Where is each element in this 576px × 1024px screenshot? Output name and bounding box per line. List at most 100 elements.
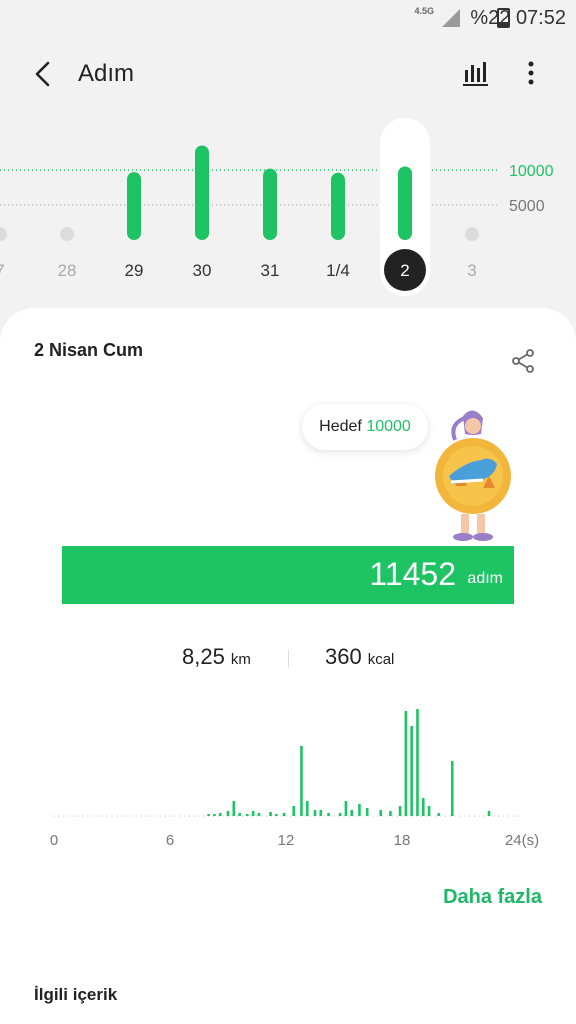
day-label-31[interactable]: 31: [261, 261, 280, 280]
goal-axis-label: 10000: [509, 163, 554, 180]
day-bar-1-4[interactable]: [331, 172, 345, 240]
hour-bar: [427, 806, 431, 816]
baseline-dot: [198, 815, 200, 817]
baseline-dot: [193, 815, 195, 817]
goal-bubble: Hedef 10000: [302, 404, 428, 450]
goal-value: 10000: [366, 418, 411, 435]
day-label-29[interactable]: 29: [125, 261, 144, 280]
hour-bar: [338, 813, 342, 816]
app-header: Adım: [0, 40, 576, 110]
day-label-3[interactable]: 3: [467, 261, 476, 280]
more-options-icon[interactable]: [516, 58, 546, 88]
baseline-dot: [381, 815, 384, 817]
x-tick-label: 12: [278, 832, 295, 849]
calories-value: 360: [325, 644, 362, 669]
x-tick-label: 18: [394, 832, 411, 849]
baseline-dot: [183, 815, 186, 817]
baseline-dot: [125, 815, 128, 817]
baseline-dot: [464, 815, 466, 817]
baseline-dot: [140, 815, 142, 817]
baseline-dot: [386, 815, 389, 817]
baseline-dot: [459, 815, 461, 817]
baseline-dot: [256, 815, 258, 817]
distance-unit: km: [230, 651, 251, 668]
baseline-dot: [333, 815, 336, 817]
empty-day-dot-28[interactable]: [60, 227, 74, 241]
day-bar-31[interactable]: [263, 168, 277, 240]
baseline-dot: [483, 815, 485, 817]
day-label-1-4[interactable]: 1/4: [326, 261, 350, 280]
hour-bar: [350, 810, 354, 816]
calories-unit: kcal: [367, 651, 395, 668]
hour-bar: [269, 812, 272, 816]
hour-bar: [437, 813, 441, 816]
weekly-steps-chart[interactable]: 10000 5000 7 28 29 30 31 1/4 2 3: [0, 118, 576, 298]
day-label-27[interactable]: 7: [0, 261, 5, 280]
hour-bar: [313, 810, 317, 816]
hour-bar: [305, 801, 309, 816]
baseline-dot: [120, 815, 123, 817]
baseline-dot: [217, 815, 220, 817]
hour-bar: [421, 798, 425, 816]
baseline-dot: [507, 815, 510, 817]
steps-count: 11452: [369, 556, 456, 592]
back-arrow-icon[interactable]: [30, 60, 58, 88]
hour-bar: [292, 806, 296, 816]
baseline-dot: [241, 815, 244, 817]
baseline-dot: [348, 815, 350, 817]
hour-bar: [365, 808, 369, 816]
baseline-dot: [101, 815, 104, 817]
baseline-dot: [352, 815, 355, 817]
day-bar-30[interactable]: [195, 145, 209, 241]
day-label-30[interactable]: 30: [193, 261, 212, 280]
baseline-dot: [62, 815, 65, 817]
hour-bar: [226, 811, 230, 816]
share-icon[interactable]: [510, 348, 536, 374]
baseline-dot: [265, 815, 268, 817]
battery-percent: %22: [470, 7, 511, 29]
empty-day-dot-3[interactable]: [465, 227, 479, 241]
day-label-2[interactable]: 2: [400, 261, 409, 280]
runner-sticker-illustration: [435, 410, 511, 541]
baseline-dot: [236, 815, 239, 817]
baseline-dot: [169, 815, 171, 817]
baseline-dot: [58, 815, 60, 817]
baseline-dot: [149, 815, 152, 817]
x-tick-label: 6: [166, 832, 174, 849]
baseline-dot: [87, 815, 89, 817]
day-label-28[interactable]: 28: [58, 261, 77, 280]
hour-bar: [379, 810, 383, 816]
baseline-dot: [164, 815, 166, 817]
day-bar-29[interactable]: [127, 172, 141, 240]
baseline-dot: [106, 815, 108, 817]
baseline-dot: [135, 815, 137, 817]
baseline-dot: [222, 815, 224, 817]
day-bar-2[interactable]: [398, 166, 412, 241]
x-tick-label: 0: [50, 832, 58, 849]
goal-label: Hedef: [319, 418, 362, 435]
baseline-dot: [468, 815, 471, 817]
bar-chart-icon[interactable]: [460, 58, 490, 88]
baseline-dot: [343, 815, 345, 817]
empty-day-dot-27[interactable]: [0, 227, 7, 241]
baseline-dot: [372, 815, 374, 817]
baseline-dot: [159, 815, 162, 817]
distance-stat: 8,25 km: [182, 644, 251, 670]
hour-bar: [410, 726, 413, 816]
hour-bar: [207, 814, 210, 816]
baseline-dot: [309, 815, 311, 817]
hour-bar: [358, 804, 361, 816]
baseline-dot: [294, 815, 297, 817]
day-date: 2 Nisan Cum: [34, 340, 144, 360]
baseline-dot: [517, 815, 519, 817]
stats-row: 8,25 km 360 kcal: [0, 644, 576, 674]
baseline-dot: [280, 815, 282, 817]
hour-bar: [398, 806, 402, 816]
clock: 07:52: [515, 7, 566, 29]
baseline-dot: [449, 815, 452, 817]
hour-bar: [238, 813, 241, 816]
baseline-dot: [116, 815, 118, 817]
hour-bar: [251, 811, 255, 816]
baseline-dot: [512, 815, 514, 817]
more-link[interactable]: Daha fazla: [443, 886, 542, 909]
